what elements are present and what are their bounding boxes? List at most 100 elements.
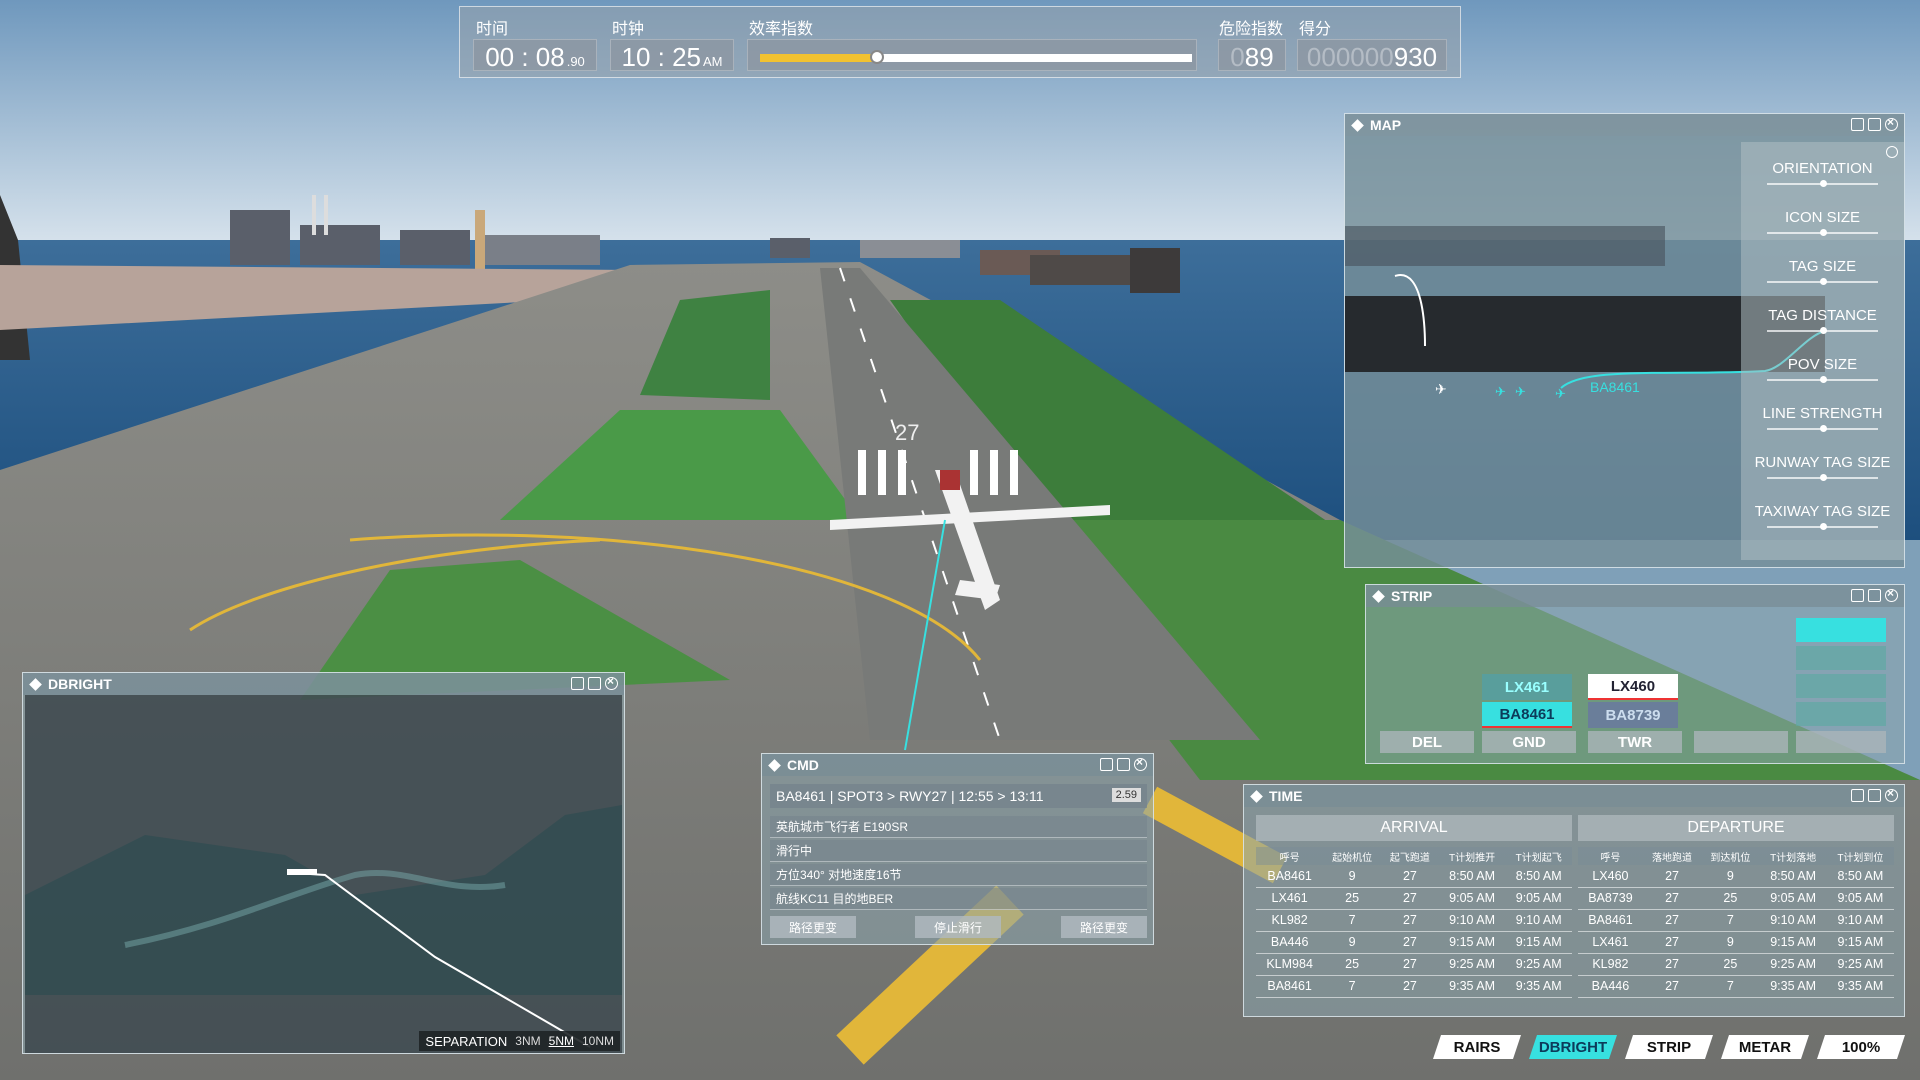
reroute-button-2[interactable]: 路径更变 (1061, 916, 1147, 938)
close-icon[interactable] (1134, 755, 1147, 771)
strip-title: STRIP (1391, 588, 1433, 604)
maximize-icon[interactable] (1117, 758, 1130, 771)
strip-gnd-bottom[interactable]: BA8461 (1482, 702, 1572, 728)
slider-handle[interactable] (1819, 425, 1827, 432)
dbright-title: DBRIGHT (48, 676, 112, 692)
separation-control: SEPARATION 3NM 5NM 10NM (419, 1031, 620, 1051)
close-icon[interactable] (1885, 115, 1898, 131)
cmd-title: CMD (787, 757, 819, 773)
table-cell: 27 (1642, 931, 1702, 954)
table-row[interactable]: KL982 27 25 9:25 AM 9:25 AM (1578, 953, 1894, 976)
sep-option-10nm[interactable]: 10NM (582, 1034, 614, 1048)
radar-view[interactable]: SEPARATION 3NM 5NM 10NM (25, 695, 622, 1053)
map-setting-label: TAG SIZE (1788, 258, 1857, 275)
danger-value: 0 89 (1218, 39, 1286, 72)
map-setting-slider[interactable] (1767, 229, 1878, 236)
map-setting-slider[interactable] (1767, 523, 1878, 530)
map-setting-slider[interactable] (1767, 180, 1878, 187)
minimize-icon[interactable] (571, 677, 584, 690)
table-cell: LX461 (1578, 931, 1643, 954)
time-title: TIME (1269, 788, 1303, 804)
dbright-button[interactable]: DBRIGHT (1529, 1035, 1617, 1059)
bay-gnd[interactable]: GND (1482, 731, 1576, 753)
map-aircraft-icons: ✈ ✈ ✈ (1495, 384, 1566, 401)
table-row[interactable]: BA8461 27 7 9:10 AM 9:10 AM (1578, 909, 1894, 932)
maximize-icon[interactable] (588, 677, 601, 690)
bay-empty-2[interactable] (1796, 731, 1886, 753)
time-title-bar[interactable]: TIME (1244, 785, 1904, 807)
diamond-icon (768, 758, 781, 772)
strip-slot-active[interactable] (1796, 618, 1886, 642)
sep-option-3nm[interactable]: 3NM (515, 1034, 540, 1048)
table-cell: 27 (1642, 909, 1702, 932)
map-title-bar[interactable]: MAP (1345, 114, 1904, 136)
table-row[interactable]: BA446 9 27 9:15 AM 9:15 AM (1256, 931, 1572, 954)
table-row[interactable]: LX461 25 27 9:05 AM 9:05 AM (1256, 887, 1572, 910)
table-cell: 9:35 AM (1438, 975, 1506, 998)
table-cell: 9 (1323, 865, 1382, 888)
map-setting-label: TAG DISTANCE (1768, 307, 1877, 324)
close-icon[interactable] (605, 674, 618, 690)
slider-handle[interactable] (1819, 327, 1827, 334)
clock-time: 10 : 25 AM (610, 39, 734, 72)
maximize-icon[interactable] (1868, 118, 1881, 131)
maximize-icon[interactable] (1868, 589, 1881, 602)
slider-handle[interactable] (1819, 229, 1827, 236)
table-column-header: 呼号 (1256, 847, 1324, 865)
strip-gnd-top[interactable]: LX461 (1482, 674, 1572, 700)
map-setting-row: TAXIWAY TAG SIZE (1741, 485, 1904, 534)
clock-ampm: AM (703, 54, 723, 69)
map-setting-slider[interactable] (1767, 376, 1878, 383)
map-panel: MAP BA8461 ✈ ✈ ✈ ✈ ORIENTATION ICON SIZE TAG… (1344, 113, 1905, 568)
map-setting-slider[interactable] (1767, 327, 1878, 334)
cmd-title-bar[interactable]: CMD (762, 754, 1153, 776)
bay-twr[interactable]: TWR (1588, 731, 1682, 753)
rairs-button[interactable]: RAIRS (1433, 1035, 1521, 1059)
minimize-icon[interactable] (1851, 118, 1864, 131)
table-column-header: 起始机位 (1323, 847, 1382, 865)
reroute-button[interactable]: 路径更变 (770, 916, 856, 938)
map-setting-slider[interactable] (1767, 425, 1878, 432)
table-row[interactable]: BA446 27 7 9:35 AM 9:35 AM (1578, 975, 1894, 998)
slider-handle[interactable] (1819, 474, 1827, 481)
strip-twr-bottom[interactable]: BA8739 (1588, 702, 1678, 728)
strip-twr-top[interactable]: LX460 (1588, 674, 1678, 700)
table-row[interactable]: BA8461 7 27 9:35 AM 9:35 AM (1256, 975, 1572, 998)
table-row[interactable]: LX460 27 9 8:50 AM 8:50 AM (1578, 865, 1894, 888)
minimize-icon[interactable] (1100, 758, 1113, 771)
slider-handle[interactable] (1819, 278, 1827, 285)
table-row[interactable]: LX461 27 9 9:15 AM 9:15 AM (1578, 931, 1894, 954)
strip-button[interactable]: STRIP (1625, 1035, 1713, 1059)
strip-slot[interactable] (1796, 646, 1886, 670)
slider-handle[interactable] (1819, 180, 1827, 187)
slider-handle[interactable] (1819, 523, 1827, 530)
strip-slot[interactable] (1796, 702, 1886, 726)
stop-taxi-button[interactable]: 停止滑行 (915, 916, 1001, 938)
maximize-icon[interactable] (1868, 789, 1881, 802)
sep-option-5nm[interactable]: 5NM (549, 1034, 574, 1048)
zoom-button[interactable]: 100% (1817, 1035, 1905, 1059)
table-row[interactable]: BA8739 27 25 9:05 AM 9:05 AM (1578, 887, 1894, 910)
cmd-summary-text: BA8461 | SPOT3 > RWY27 | 12:55 > 13:11 (776, 788, 1044, 804)
strip-slot[interactable] (1796, 674, 1886, 698)
table-cell: 9 (1701, 931, 1760, 954)
map-view[interactable]: BA8461 ✈ ✈ ✈ ✈ ORIENTATION ICON SIZE TAG SIZ… (1345, 136, 1904, 567)
table-row[interactable]: BA8461 9 27 8:50 AM 8:50 AM (1256, 865, 1572, 888)
table-row[interactable]: KL982 7 27 9:10 AM 9:10 AM (1256, 909, 1572, 932)
metar-button[interactable]: METAR (1721, 1035, 1809, 1059)
table-cell: 8:50 AM (1759, 865, 1827, 888)
bay-del[interactable]: DEL (1380, 731, 1474, 753)
minimize-icon[interactable] (1851, 589, 1864, 602)
close-icon[interactable] (1885, 786, 1898, 802)
map-setting-slider[interactable] (1767, 474, 1878, 481)
map-setting-slider[interactable] (1767, 278, 1878, 285)
table-row[interactable]: KLM984 25 27 9:25 AM 9:25 AM (1256, 953, 1572, 976)
table-cell: 27 (1642, 887, 1702, 910)
dbright-title-bar[interactable]: DBRIGHT (23, 673, 624, 695)
slider-handle[interactable] (1819, 376, 1827, 383)
strip-title-bar[interactable]: STRIP (1366, 585, 1904, 607)
bay-empty-1[interactable] (1694, 731, 1788, 753)
minimize-icon[interactable] (1851, 789, 1864, 802)
efficiency-label: 效率指数 (749, 21, 814, 38)
close-icon[interactable] (1885, 586, 1898, 602)
